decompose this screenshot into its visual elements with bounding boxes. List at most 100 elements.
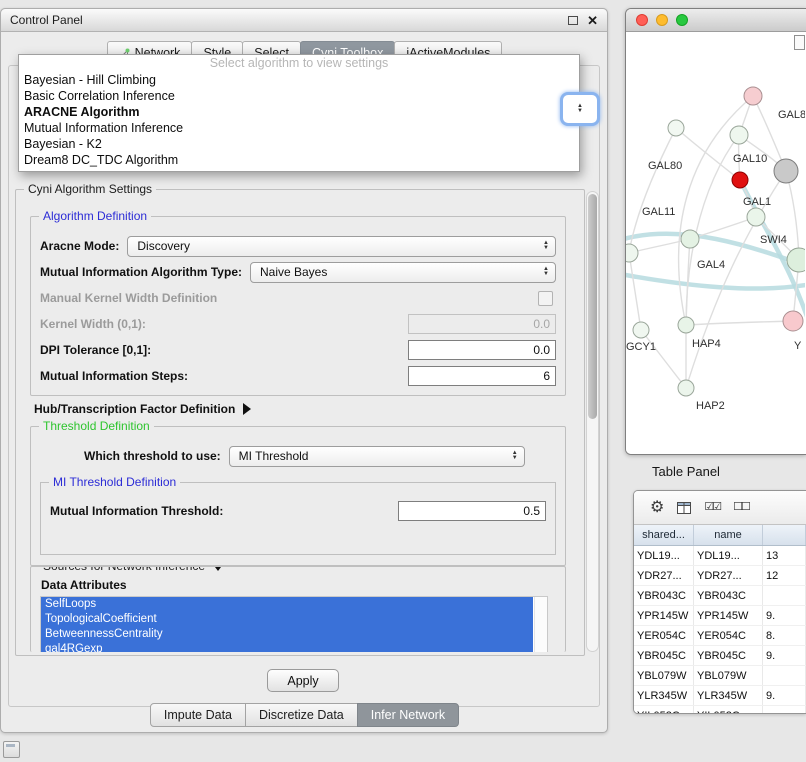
dropdown-item-dream8-dc-tdc-algorithm[interactable]: Dream8 DC_TDC Algorithm bbox=[19, 152, 579, 168]
network-node[interactable] bbox=[681, 230, 699, 248]
minimize-traffic-light[interactable] bbox=[656, 14, 668, 26]
network-node[interactable] bbox=[730, 126, 748, 144]
bottom-tab-impute-data[interactable]: Impute Data bbox=[150, 703, 246, 727]
apply-button[interactable]: Apply bbox=[267, 669, 339, 692]
combo-arrows-icon bbox=[541, 241, 551, 251]
table-row[interactable]: YDL19...YDL19...13 bbox=[634, 546, 806, 566]
close-traffic-light[interactable] bbox=[636, 14, 648, 26]
dropdown-item-aracne-algorithm[interactable]: ARACNE Algorithm bbox=[19, 104, 579, 120]
select-all-rows-icon[interactable]: ☑☑ bbox=[704, 502, 720, 513]
zoom-traffic-light[interactable] bbox=[676, 14, 688, 26]
deselect-all-rows-icon[interactable]: ☐☐ bbox=[733, 502, 749, 513]
cyni-settings-title: Cyni Algorithm Settings bbox=[24, 182, 156, 197]
network-node[interactable] bbox=[633, 322, 649, 338]
table-row[interactable]: YER054CYER054C8. bbox=[634, 626, 806, 646]
close-icon[interactable]: ✕ bbox=[587, 14, 598, 27]
table-row[interactable]: YDR27...YDR27...12 bbox=[634, 566, 806, 586]
cyni-settings-group: Cyni Algorithm Settings Algorithm Defini… bbox=[15, 189, 585, 656]
table-row[interactable]: YPR145WYPR145W9. bbox=[634, 606, 806, 626]
network-node-label: SWI4 bbox=[760, 234, 787, 246]
algorithm-selector-combobox[interactable] bbox=[560, 92, 600, 126]
mi-threshold-input[interactable] bbox=[398, 501, 546, 521]
mi-threshold-label: Mutual Information Threshold: bbox=[50, 504, 223, 518]
manual-kernel-checkbox[interactable] bbox=[538, 291, 553, 306]
kernel-width-label: Kernel Width (0,1): bbox=[40, 317, 146, 331]
network-node-label: GAL1 bbox=[743, 196, 771, 208]
network-node[interactable] bbox=[774, 159, 798, 183]
table-row[interactable]: YIL052CYIL052C bbox=[634, 706, 806, 714]
table-row[interactable]: YBR043CYBR043C bbox=[634, 586, 806, 606]
cell: YLR345W bbox=[694, 686, 763, 705]
network-node[interactable] bbox=[783, 311, 803, 331]
attribute-item-gal4rgexp[interactable]: gal4RGexp bbox=[41, 642, 533, 652]
mi-steps-row: Mutual Information Steps: bbox=[40, 363, 556, 389]
manual-kernel-row: Manual Kernel Width Definition bbox=[40, 285, 556, 311]
float-window-icon[interactable] bbox=[568, 16, 578, 25]
table-panel-window: ⚙ ☑☑ ☐☐ shared...name YDL19...YDL19...13… bbox=[633, 490, 806, 714]
mi-steps-input[interactable] bbox=[408, 366, 556, 386]
settings-scrollbar[interactable] bbox=[586, 191, 599, 652]
attribute-item-betweennesscentrality[interactable]: BetweennessCentrality bbox=[41, 627, 533, 642]
network-node[interactable] bbox=[678, 317, 694, 333]
which-threshold-row: Which threshold to use: MI Threshold bbox=[40, 443, 556, 469]
aracne-mode-combobox[interactable]: Discovery bbox=[127, 236, 556, 257]
aracne-mode-value: Discovery bbox=[137, 239, 541, 253]
table-row[interactable]: YBL079WYBL079W bbox=[634, 666, 806, 686]
columns-icon[interactable] bbox=[677, 502, 691, 514]
table-rows: YDL19...YDL19...13YDR27...YDR27...12YBR0… bbox=[634, 546, 806, 714]
gear-icon[interactable]: ⚙ bbox=[650, 500, 664, 516]
combo-arrows-icon bbox=[541, 267, 551, 277]
dropdown-item-basic-correlation-inference[interactable]: Basic Correlation Inference bbox=[19, 88, 579, 104]
network-node-label: HAP4 bbox=[692, 338, 721, 350]
dropdown-item-bayesian-k2[interactable]: Bayesian - K2 bbox=[19, 136, 579, 152]
cell: 8. bbox=[763, 626, 806, 645]
network-node-label: GCY1 bbox=[626, 341, 656, 353]
column-header-name[interactable]: name bbox=[694, 525, 763, 545]
cell: YBL079W bbox=[634, 666, 694, 685]
network-overview-toggle[interactable] bbox=[794, 35, 805, 50]
data-attributes-list[interactable]: SelfLoopsTopologicalCoefficientBetweenne… bbox=[40, 596, 548, 652]
hub-definition-toggle[interactable]: Hub/Transcription Factor Definition bbox=[34, 402, 251, 416]
cell: 9. bbox=[763, 646, 806, 665]
attributes-list-scrollbar[interactable] bbox=[534, 597, 547, 652]
minimized-panel-icon[interactable] bbox=[3, 741, 20, 758]
network-node[interactable] bbox=[668, 120, 684, 136]
network-canvas[interactable]: GAL8GAL80GAL10GAL1GAL11SWI4GAL4GCY1HAP4Y… bbox=[626, 32, 806, 454]
column-header-2[interactable] bbox=[763, 525, 806, 545]
network-node[interactable] bbox=[732, 172, 748, 188]
cell: YBR045C bbox=[634, 646, 694, 665]
control-panel-title: Control Panel bbox=[10, 13, 83, 27]
cell: YDR27... bbox=[694, 566, 763, 585]
cell: 13 bbox=[763, 546, 806, 565]
network-node[interactable] bbox=[678, 380, 694, 396]
network-window-titlebar[interactable] bbox=[626, 9, 806, 32]
dropdown-item-mutual-information-inference[interactable]: Mutual Information Inference bbox=[19, 120, 579, 136]
network-node[interactable] bbox=[744, 87, 762, 105]
network-view-window: GAL8GAL80GAL10GAL1GAL11SWI4GAL4GCY1HAP4Y… bbox=[625, 8, 806, 455]
network-node[interactable] bbox=[787, 248, 805, 272]
network-node-label: HAP2 bbox=[696, 400, 725, 412]
combo-arrows-icon bbox=[510, 451, 520, 461]
dpi-tolerance-input[interactable] bbox=[408, 340, 556, 360]
bottom-tab-discretize-data[interactable]: Discretize Data bbox=[245, 703, 358, 727]
network-edge bbox=[641, 330, 686, 388]
bottom-tab-infer-network[interactable]: Infer Network bbox=[357, 703, 459, 727]
control-panel-titlebar[interactable]: Control Panel ✕ bbox=[1, 9, 607, 32]
table-row[interactable]: YBR045CYBR045C9. bbox=[634, 646, 806, 666]
table-row[interactable]: YLR345WYLR345W9. bbox=[634, 686, 806, 706]
network-node[interactable] bbox=[626, 244, 638, 262]
which-threshold-combobox[interactable]: MI Threshold bbox=[229, 446, 525, 467]
mi-type-combobox[interactable]: Naive Bayes bbox=[250, 262, 556, 283]
attribute-item-selfloops[interactable]: SelfLoops bbox=[41, 597, 533, 612]
cell bbox=[763, 666, 806, 685]
kernel-width-input[interactable] bbox=[408, 314, 556, 334]
scrollbar-thumb[interactable] bbox=[588, 194, 597, 419]
dropdown-item-bayesian-hill-climbing[interactable]: Bayesian - Hill Climbing bbox=[19, 72, 579, 88]
network-node[interactable] bbox=[747, 208, 765, 226]
aracne-mode-label: Aracne Mode: bbox=[40, 239, 119, 253]
attribute-item-topologicalcoefficient[interactable]: TopologicalCoefficient bbox=[41, 612, 533, 627]
column-header-shared[interactable]: shared... bbox=[634, 525, 694, 545]
bottom-tab-bar: Impute DataDiscretize DataInfer Network bbox=[1, 703, 607, 727]
sources-title[interactable]: Sources for Network Inference bbox=[39, 566, 228, 574]
cell: YBR043C bbox=[634, 586, 694, 605]
